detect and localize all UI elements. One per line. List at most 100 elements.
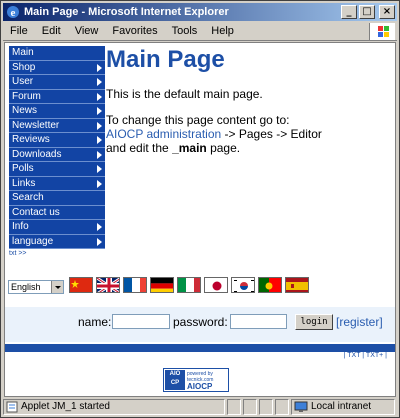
nav-label: Forum bbox=[12, 90, 41, 102]
browser-window: e Main Page - Microsoft Internet Explore… bbox=[0, 0, 400, 418]
nav-label: News bbox=[12, 105, 38, 116]
path-text: -> Pages -> Editor bbox=[221, 127, 322, 141]
login-button[interactable]: login bbox=[295, 314, 333, 330]
menu-bar: File Edit View Favorites Tools Help bbox=[3, 22, 397, 41]
flag-english-icon[interactable] bbox=[96, 277, 120, 293]
nav-label: Info bbox=[12, 221, 29, 232]
txt-version-link[interactable]: txt >> bbox=[9, 250, 27, 257]
register-link[interactable]: [register] bbox=[336, 315, 383, 329]
menu-file[interactable]: File bbox=[3, 25, 35, 37]
aiocp-admin-link[interactable]: AIOCP administration bbox=[106, 127, 221, 141]
security-zone: Local intranet bbox=[291, 399, 395, 415]
nav-label: Shop bbox=[12, 61, 36, 73]
instruction-path: AIOCP administration -> Pages -> Editor bbox=[106, 127, 322, 141]
nav-label: language bbox=[12, 235, 54, 247]
status-cell bbox=[243, 399, 257, 415]
nav-item-info[interactable]: Info bbox=[9, 220, 105, 235]
status-text-cell: Applet JM_1 started bbox=[3, 399, 225, 415]
flag-spanish-icon[interactable] bbox=[285, 277, 309, 293]
windows-logo-icon bbox=[369, 23, 395, 40]
nav-item-shop[interactable]: Shop bbox=[9, 60, 105, 75]
footer-bar bbox=[5, 344, 395, 352]
submenu-arrow-icon bbox=[97, 107, 102, 115]
flag-korean-icon[interactable] bbox=[231, 277, 255, 293]
nav-label: Links bbox=[12, 177, 36, 189]
txt-footer-links[interactable]: | TXT | TXT+ | bbox=[344, 352, 387, 359]
menu-tools[interactable]: Tools bbox=[165, 25, 205, 37]
nav-item-search[interactable]: Search bbox=[9, 191, 105, 206]
nav-item-news[interactable]: News bbox=[9, 104, 105, 119]
status-cell bbox=[227, 399, 241, 415]
submenu-arrow-icon bbox=[97, 237, 102, 246]
nav-label: Main bbox=[12, 47, 34, 58]
password-input[interactable] bbox=[230, 314, 287, 329]
intro-text: This is the default main page. bbox=[106, 87, 263, 101]
aiocp-logo-icon: AIO CP bbox=[165, 370, 185, 390]
language-select[interactable]: English bbox=[8, 280, 64, 294]
nav-item-language[interactable]: language bbox=[9, 234, 105, 249]
flag-chinese-icon[interactable] bbox=[69, 277, 93, 293]
nav-item-user[interactable]: User bbox=[9, 75, 105, 90]
nav-label: Downloads bbox=[12, 148, 62, 160]
flag-french-icon[interactable] bbox=[123, 277, 147, 293]
nav-label: Search bbox=[12, 192, 44, 203]
menu-help[interactable]: Help bbox=[204, 25, 241, 37]
nav-item-downloads[interactable]: Downloads bbox=[9, 147, 105, 162]
nav-item-contact-us[interactable]: Contact us bbox=[9, 205, 105, 220]
nav-item-polls[interactable]: Polls bbox=[9, 162, 105, 177]
nav-item-forum[interactable]: Forum bbox=[9, 89, 105, 104]
submenu-arrow-icon bbox=[97, 150, 102, 159]
submenu-arrow-icon bbox=[97, 121, 102, 130]
status-cell bbox=[259, 399, 273, 415]
submenu-arrow-icon bbox=[97, 78, 102, 86]
login-form: name: password: login [register] bbox=[5, 307, 395, 342]
page-icon bbox=[6, 401, 18, 413]
powered-brand: AIOCP bbox=[187, 382, 213, 391]
edit-post: page. bbox=[206, 141, 241, 155]
submenu-arrow-icon bbox=[97, 136, 102, 144]
close-button[interactable]: × bbox=[379, 5, 395, 19]
name-label: name: bbox=[78, 315, 112, 329]
nav-item-newsletter[interactable]: Newsletter bbox=[9, 118, 105, 133]
nav-label: Contact us bbox=[12, 206, 60, 218]
menu-favorites[interactable]: Favorites bbox=[105, 25, 164, 37]
instruction-text: To change this page content go to: bbox=[106, 113, 290, 127]
chevron-down-icon bbox=[51, 281, 63, 293]
flag-japanese-icon[interactable] bbox=[204, 277, 228, 293]
submenu-arrow-icon bbox=[97, 63, 102, 72]
flag-portuguese-icon[interactable] bbox=[258, 277, 282, 293]
language-value: English bbox=[11, 282, 41, 292]
intranet-icon bbox=[294, 401, 308, 413]
status-cell bbox=[275, 399, 289, 415]
flag-italian-icon[interactable] bbox=[177, 277, 201, 293]
window-title: Main Page - Microsoft Internet Explorer bbox=[24, 6, 229, 18]
zone-text: Local intranet bbox=[311, 401, 372, 412]
nav-item-links[interactable]: Links bbox=[9, 176, 105, 191]
menu-view[interactable]: View bbox=[68, 25, 106, 37]
powered-by-badge[interactable]: AIO CP powered by tecnick.com AIOCP bbox=[163, 368, 229, 392]
nav-item-main[interactable]: Main bbox=[9, 46, 105, 61]
edit-page-name: _main bbox=[172, 141, 207, 155]
page-title: Main Page bbox=[106, 46, 225, 73]
submenu-arrow-icon bbox=[97, 165, 102, 173]
flag-german-icon[interactable] bbox=[150, 277, 174, 293]
language-flags bbox=[69, 277, 312, 293]
submenu-arrow-icon bbox=[97, 92, 102, 101]
status-bar: Applet JM_1 started Local intranet bbox=[3, 399, 397, 416]
internet-explorer-icon: e bbox=[6, 5, 20, 19]
status-text: Applet JM_1 started bbox=[21, 401, 110, 412]
submenu-arrow-icon bbox=[97, 179, 102, 188]
title-bar: e Main Page - Microsoft Internet Explore… bbox=[3, 3, 397, 21]
instruction-edit: and edit the _main page. bbox=[106, 141, 240, 155]
svg-text:e: e bbox=[11, 7, 16, 19]
nav-item-reviews[interactable]: Reviews bbox=[9, 133, 105, 148]
nav-label: Reviews bbox=[12, 134, 50, 145]
submenu-arrow-icon bbox=[97, 223, 102, 231]
name-input[interactable] bbox=[112, 314, 170, 329]
page-content: Main Shop User Forum News Newsletter Rev… bbox=[4, 42, 396, 397]
side-nav-menu: Main Shop User Forum News Newsletter Rev… bbox=[9, 46, 105, 249]
menu-edit[interactable]: Edit bbox=[35, 25, 68, 37]
edit-pre: and edit the bbox=[106, 141, 173, 155]
maximize-button[interactable]: □ bbox=[359, 5, 375, 19]
minimize-button[interactable]: _ bbox=[341, 5, 357, 19]
